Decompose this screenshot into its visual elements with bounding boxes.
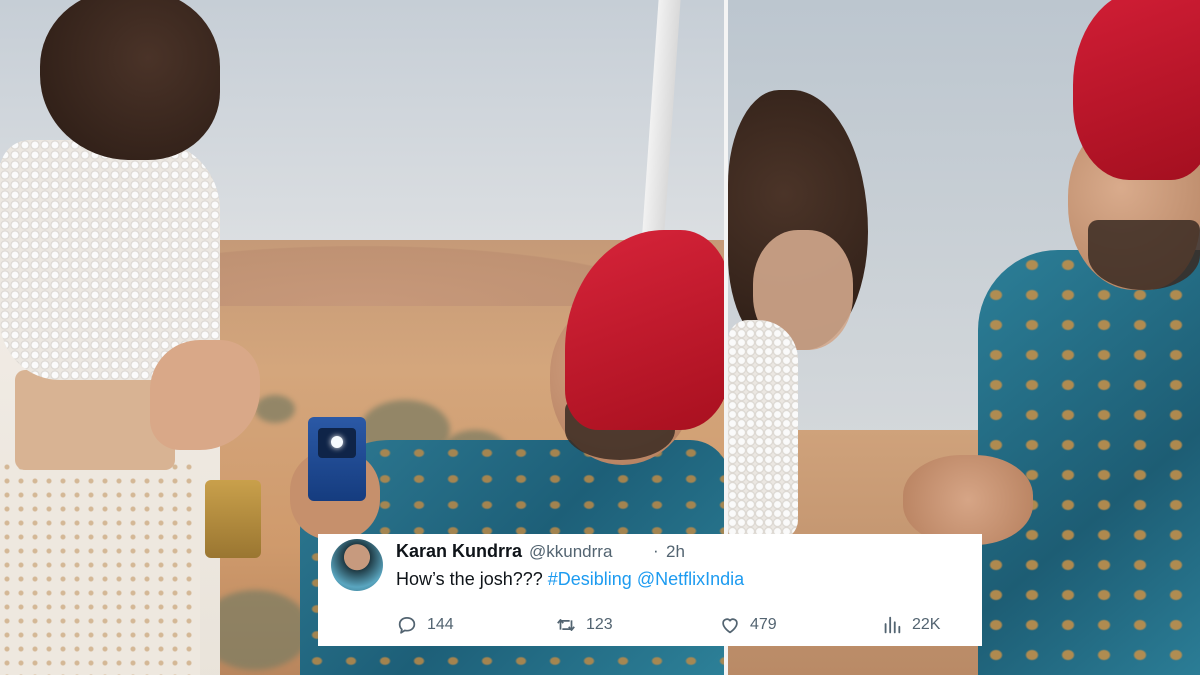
man-beard	[1088, 220, 1200, 290]
avatar[interactable]	[331, 539, 383, 591]
views-button[interactable]: 22K	[881, 614, 940, 636]
tweet-text-body: How’s the josh???	[396, 569, 548, 589]
red-turban	[1073, 0, 1200, 180]
gold-purse	[205, 480, 261, 558]
reply-icon	[398, 616, 416, 634]
woman-hair	[40, 0, 220, 160]
hands-with-ring	[903, 455, 1033, 545]
retweet-icon	[557, 619, 575, 631]
author-name[interactable]: Karan Kundrra	[396, 541, 522, 562]
pearl-dress	[728, 320, 798, 540]
separator-dot: ·	[653, 541, 659, 560]
like-button[interactable]: 479	[719, 614, 777, 636]
retweet-button[interactable]: 123	[555, 614, 613, 636]
views-count: 22K	[912, 616, 941, 633]
retweet-count: 123	[586, 616, 613, 633]
woman-skirt	[0, 460, 200, 675]
hashtag-link[interactable]: #Desibling	[548, 569, 632, 589]
views-icon	[884, 616, 901, 634]
ring-stone	[331, 436, 343, 448]
timestamp[interactable]: 2h	[666, 542, 685, 562]
tweet-text: How’s the josh??? #Desibling @NetflixInd…	[396, 569, 744, 590]
like-count: 479	[750, 616, 777, 633]
tweet-card[interactable]: Karan Kundrra @kkundrra · 2h How’s the j…	[318, 534, 982, 646]
mention-link[interactable]: @NetflixIndia	[637, 569, 744, 589]
reply-button[interactable]: 144	[396, 614, 454, 636]
shrub	[255, 395, 295, 423]
reply-count: 144	[427, 616, 454, 633]
sherwani-pattern	[978, 250, 1200, 675]
author-handle[interactable]: @kkundrra	[529, 542, 612, 562]
heart-icon	[722, 618, 738, 634]
